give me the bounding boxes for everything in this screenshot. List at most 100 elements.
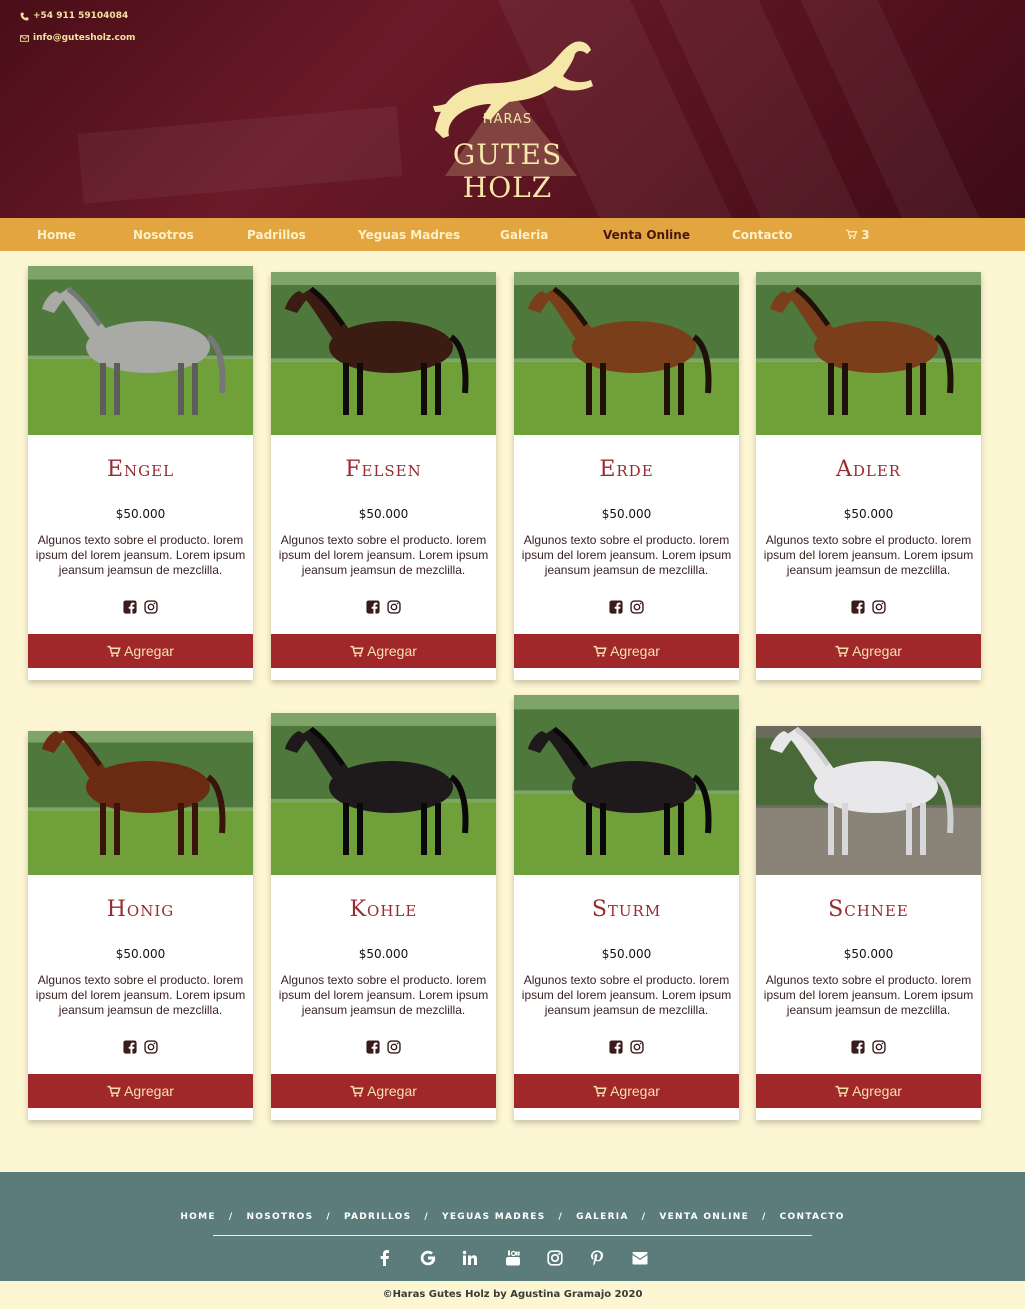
product-card: Erde $50.000 Algunos texto sobre el prod… xyxy=(514,272,739,680)
product-social xyxy=(514,1038,739,1056)
instagram-icon[interactable] xyxy=(547,1250,563,1266)
footer-link-nosotros[interactable]: NOSOTROS xyxy=(246,1212,313,1222)
add-to-cart-button[interactable]: Agregar xyxy=(514,634,739,668)
header-phone[interactable]: +54 911 59104084 xyxy=(20,11,128,21)
facebook-square-icon[interactable] xyxy=(609,600,623,614)
copyright: ©Haras Gutes Holz by Agustina Gramajo 20… xyxy=(0,1281,1025,1309)
add-to-cart-label: Agregar xyxy=(852,643,902,659)
add-to-cart-button[interactable]: Agregar xyxy=(28,634,253,668)
horse-photo xyxy=(514,272,739,435)
facebook-square-icon[interactable] xyxy=(851,1040,865,1054)
nav-item-padrillos[interactable]: Padrillos xyxy=(247,218,306,251)
product-image[interactable] xyxy=(514,695,739,875)
nav-item-venta-online[interactable]: Venta Online xyxy=(603,218,690,251)
facebook-square-icon[interactable] xyxy=(366,600,380,614)
footer-separator: / xyxy=(762,1212,767,1222)
product-card: Schnee $50.000 Algunos texto sobre el pr… xyxy=(756,726,981,1120)
horse-photo xyxy=(756,272,981,435)
product-image[interactable] xyxy=(756,272,981,435)
add-to-cart-label: Agregar xyxy=(124,643,174,659)
add-to-cart-button[interactable]: Agregar xyxy=(514,1074,739,1108)
cart-icon xyxy=(593,1085,607,1097)
product-price: $50.000 xyxy=(843,947,894,961)
site-footer: HOME / NOSOTROS / PADRILLOS / YEGUAS MADRES / GA… xyxy=(0,1172,1025,1281)
facebook-icon[interactable] xyxy=(377,1250,393,1266)
footer-link-yeguas-madres[interactable]: YEGUAS MADRES xyxy=(442,1212,546,1222)
facebook-square-icon[interactable] xyxy=(123,600,137,614)
google-icon[interactable] xyxy=(420,1250,436,1266)
facebook-square-icon[interactable] xyxy=(123,1040,137,1054)
main-nav: Home Nosotros Padrillos Yeguas Madres Ga… xyxy=(0,218,1025,251)
nav-item-nosotros[interactable]: Nosotros xyxy=(133,218,194,251)
site-logo[interactable]: HARAS GUTES HOLZ xyxy=(405,38,610,204)
footer-separator: / xyxy=(424,1212,430,1222)
instagram-icon[interactable] xyxy=(630,600,644,614)
footer-link-home[interactable]: HOME xyxy=(180,1212,216,1222)
footer-separator: / xyxy=(228,1212,234,1222)
instagram-icon[interactable] xyxy=(872,600,886,614)
product-social xyxy=(28,1038,253,1056)
product-name: Schnee xyxy=(828,897,909,922)
product-description: Algunos texto sobre el producto. lorem i… xyxy=(763,533,974,577)
add-to-cart-label: Agregar xyxy=(367,643,417,659)
header-email[interactable]: info@gutesholz.com xyxy=(20,33,135,43)
nav-item-yeguas-madres[interactable]: Yeguas Madres xyxy=(358,218,460,251)
email-text: info@gutesholz.com xyxy=(33,33,136,43)
youtube-icon[interactable] xyxy=(505,1250,521,1266)
nav-cart[interactable]: 3 xyxy=(846,218,870,251)
footer-link-padrillos[interactable]: PADRILLOS xyxy=(344,1212,411,1222)
product-card: Felsen $50.000 Algunos texto sobre el pr… xyxy=(271,272,496,680)
instagram-icon[interactable] xyxy=(387,600,401,614)
product-image[interactable] xyxy=(756,726,981,875)
pinterest-icon[interactable] xyxy=(589,1250,605,1266)
nav-item-contacto[interactable]: Contacto xyxy=(732,218,793,251)
facebook-square-icon[interactable] xyxy=(609,1040,623,1054)
product-price: $50.000 xyxy=(115,507,166,521)
instagram-icon[interactable] xyxy=(630,1040,644,1054)
product-image[interactable] xyxy=(28,266,253,435)
footer-link-contacto[interactable]: CONTACTO xyxy=(780,1212,845,1222)
product-image[interactable] xyxy=(271,713,496,875)
product-description: Algunos texto sobre el producto. lorem i… xyxy=(35,533,246,577)
horse-photo xyxy=(271,272,496,435)
envelope-icon[interactable] xyxy=(632,1250,648,1266)
product-image[interactable] xyxy=(28,731,253,875)
cart-icon xyxy=(835,645,849,657)
nav-item-home[interactable]: Home xyxy=(37,218,76,251)
cart-icon xyxy=(107,645,121,657)
nav-item-galeria[interactable]: Galeria xyxy=(500,218,548,251)
footer-link-venta-online[interactable]: VENTA ONLINE xyxy=(659,1212,749,1222)
phone-text: +54 911 59104084 xyxy=(33,11,129,21)
add-to-cart-label: Agregar xyxy=(610,643,660,659)
cart-icon xyxy=(350,1085,364,1097)
product-description: Algunos texto sobre el producto. lorem i… xyxy=(35,973,246,1017)
footer-link-galeria[interactable]: GALERIA xyxy=(576,1212,629,1222)
facebook-square-icon[interactable] xyxy=(366,1040,380,1054)
add-to-cart-button[interactable]: Agregar xyxy=(271,634,496,668)
product-price: $50.000 xyxy=(843,507,894,521)
product-card: Kohle $50.000 Algunos texto sobre el pro… xyxy=(271,713,496,1120)
product-price: $50.000 xyxy=(601,507,652,521)
instagram-icon[interactable] xyxy=(387,1040,401,1054)
product-description: Algunos texto sobre el producto. lorem i… xyxy=(278,533,489,577)
add-to-cart-label: Agregar xyxy=(610,1083,660,1099)
product-image[interactable] xyxy=(514,272,739,435)
product-social xyxy=(271,1038,496,1056)
add-to-cart-button[interactable]: Agregar xyxy=(28,1074,253,1108)
instagram-icon[interactable] xyxy=(144,1040,158,1054)
facebook-square-icon[interactable] xyxy=(851,600,865,614)
product-price: $50.000 xyxy=(358,507,409,521)
horse-photo xyxy=(514,695,739,875)
site-header: +54 911 59104084 info@gutesholz.com HARA… xyxy=(0,0,1025,218)
add-to-cart-button[interactable]: Agregar xyxy=(756,634,981,668)
instagram-icon[interactable] xyxy=(144,600,158,614)
product-image[interactable] xyxy=(271,272,496,435)
cart-icon xyxy=(846,229,858,239)
linkedin-icon[interactable] xyxy=(462,1250,478,1266)
instagram-icon[interactable] xyxy=(872,1040,886,1054)
add-to-cart-button[interactable]: Agregar xyxy=(271,1074,496,1108)
product-description: Algunos texto sobre el producto. lorem i… xyxy=(763,973,974,1017)
header-bg-shape xyxy=(77,106,403,204)
cart-icon xyxy=(835,1085,849,1097)
add-to-cart-button[interactable]: Agregar xyxy=(756,1074,981,1108)
